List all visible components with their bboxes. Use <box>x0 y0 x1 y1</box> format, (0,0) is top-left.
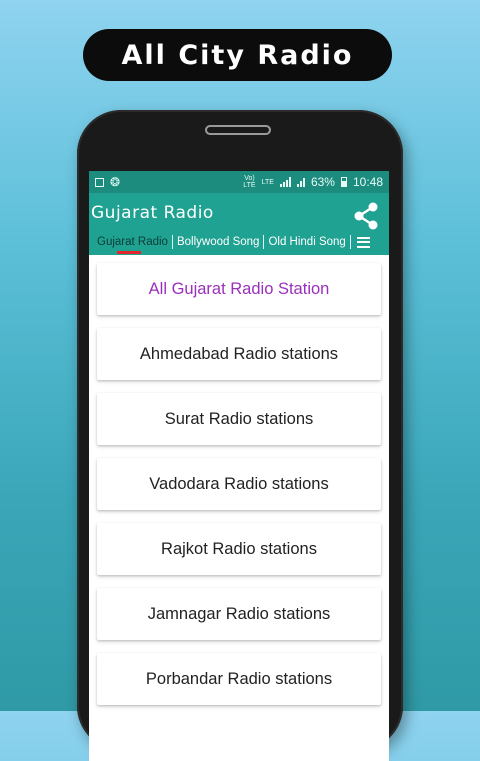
lte-icon: LTE <box>261 178 274 186</box>
tab-old-hindi-song[interactable]: Old Hindi Song <box>264 229 349 255</box>
menu-icon[interactable] <box>356 236 370 248</box>
app-title: Gujarat Radio <box>91 203 214 223</box>
share-icon[interactable] <box>351 201 381 231</box>
signal-2-icon <box>296 177 305 187</box>
station-card-surat[interactable]: Surat Radio stations <box>97 393 381 445</box>
phone-frame: ❂ Vo) LTE LTE 63% 10:48 Gujarat Radio Gu… <box>77 110 403 761</box>
tab-bar: Gujarat Radio Bollywood Song Old Hindi S… <box>89 229 389 255</box>
tab-bollywood-song[interactable]: Bollywood Song <box>173 229 263 255</box>
station-card-all-gujarat[interactable]: All Gujarat Radio Station <box>97 263 381 315</box>
promo-banner: All City Radio <box>83 29 392 81</box>
station-card-porbandar[interactable]: Porbandar Radio stations <box>97 653 381 705</box>
image-notification-icon <box>95 177 104 187</box>
station-card-jamnagar[interactable]: Jamnagar Radio stations <box>97 588 381 640</box>
phone-screen: ❂ Vo) LTE LTE 63% 10:48 Gujarat Radio Gu… <box>89 171 389 761</box>
tab-gujarat-radio[interactable]: Gujarat Radio <box>93 229 172 255</box>
clock: 10:48 <box>352 175 383 189</box>
station-card-vadodara[interactable]: Vadodara Radio stations <box>97 458 381 510</box>
banner-title: All City Radio <box>121 39 354 71</box>
app-notification-icon: ❂ <box>110 175 121 189</box>
battery-icon <box>340 177 347 187</box>
battery-percent: 63% <box>310 175 335 189</box>
signal-icon <box>279 177 291 187</box>
app-bar: Gujarat Radio Gujarat Radio Bollywood So… <box>89 193 389 255</box>
station-card-rajkot[interactable]: Rajkot Radio stations <box>97 523 381 575</box>
volte-icon: Vo) LTE <box>243 175 256 189</box>
station-card-ahmedabad[interactable]: Ahmedabad Radio stations <box>97 328 381 380</box>
tab-divider <box>349 235 351 249</box>
station-list: All Gujarat Radio Station Ahmedabad Radi… <box>89 255 389 726</box>
status-bar: ❂ Vo) LTE LTE 63% 10:48 <box>89 171 389 193</box>
speaker-grille <box>205 125 271 135</box>
